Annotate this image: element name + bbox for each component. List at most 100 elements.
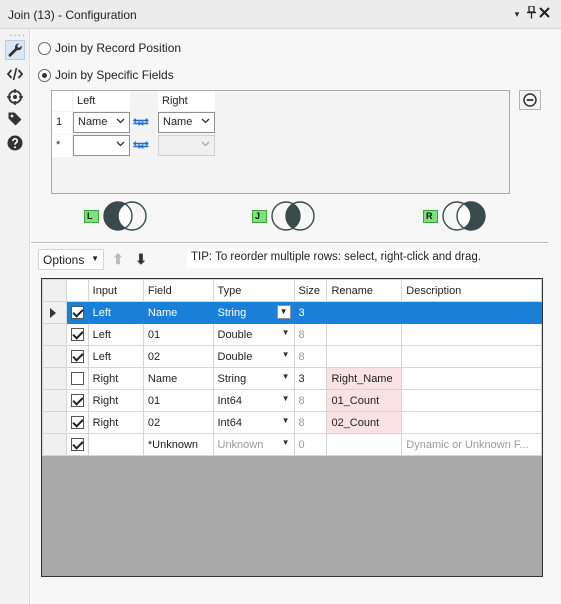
size-cell[interactable]: 0 [293, 433, 328, 456]
wrench-icon[interactable] [5, 40, 25, 60]
tag-icon[interactable] [5, 109, 25, 129]
description-cell[interactable] [401, 411, 542, 434]
include-checkbox[interactable] [70, 416, 84, 429]
join-arrows-icon: ⇆⇄ [133, 140, 149, 151]
type-cell[interactable]: Double ▼ [212, 323, 295, 346]
column-header-size[interactable]: Size [293, 279, 328, 302]
include-checkbox-cell[interactable] [65, 411, 89, 434]
type-cell[interactable]: Int64 ▼ [212, 389, 295, 412]
column-header-description[interactable]: Description [401, 279, 542, 302]
type-dropdown-icon[interactable]: ▼ [282, 328, 290, 337]
rename-cell[interactable] [326, 323, 403, 346]
radio-button-off[interactable] [38, 41, 51, 55]
right-field-select[interactable]: Name [158, 112, 215, 133]
description-cell[interactable] [401, 367, 542, 390]
include-checkbox-cell[interactable] [65, 345, 89, 368]
column-header-rename[interactable]: Rename [326, 279, 403, 302]
rename-cell[interactable] [326, 433, 403, 456]
radio-label: Join by Record Position [55, 41, 182, 55]
description-cell[interactable] [401, 323, 542, 346]
table-row[interactable]: Right Name String ▼ 3 Right_Name [42, 367, 542, 390]
include-checkbox[interactable] [70, 306, 84, 319]
rename-cell[interactable]: 01_Count [326, 389, 403, 412]
move-up-arrow-icon[interactable]: ⬆ [108, 249, 128, 270]
include-checkbox[interactable] [70, 328, 84, 341]
column-header-type[interactable]: Type [212, 279, 295, 302]
type-cell[interactable]: Int64 ▼ [212, 411, 295, 434]
window-menu-dropdown-icon[interactable]: ▾ [510, 6, 524, 22]
rename-cell[interactable]: Right_Name [326, 367, 403, 390]
rename-cell[interactable]: 02_Count [326, 411, 403, 434]
pin-icon[interactable] [524, 5, 538, 22]
radio-button-on[interactable] [38, 68, 51, 82]
column-header-field[interactable]: Field [142, 279, 214, 302]
input-cell: Right [87, 411, 144, 434]
row-header[interactable] [42, 433, 67, 456]
table-row[interactable]: Left 01 Double ▼ 8 [42, 323, 542, 346]
type-dropdown-icon[interactable]: ▼ [282, 416, 290, 425]
table-row[interactable]: Left 02 Double ▼ 8 [42, 345, 542, 368]
code-icon[interactable] [5, 64, 25, 84]
type-cell[interactable]: String ▼ [212, 301, 295, 324]
table-row[interactable]: Left Name String ▼ 3 [42, 301, 542, 324]
include-checkbox-cell[interactable] [65, 301, 89, 324]
help-icon[interactable] [5, 133, 25, 153]
table-row[interactable]: Right 02 Int64 ▼ 8 02_Count [42, 411, 542, 434]
options-menu-button[interactable]: Options ▼ [38, 249, 104, 270]
column-header-input[interactable]: Input [87, 279, 144, 302]
field-cell: 02 [142, 345, 214, 368]
new-left-field-select[interactable] [73, 135, 130, 156]
join-by-specific-fields-radio[interactable]: Join by Specific Fields [38, 67, 174, 83]
row-header[interactable] [42, 411, 67, 434]
description-cell[interactable] [401, 301, 542, 324]
size-cell[interactable]: 3 [293, 301, 328, 324]
description-cell[interactable] [401, 345, 542, 368]
include-checkbox[interactable] [70, 438, 84, 451]
include-checkbox-cell[interactable] [65, 323, 89, 346]
rename-cell[interactable] [326, 301, 403, 324]
left-field-select[interactable]: Name [73, 112, 130, 133]
include-checkbox[interactable] [70, 394, 84, 407]
type-cell[interactable]: String ▼ [212, 367, 295, 390]
description-cell[interactable] [401, 389, 542, 412]
move-down-arrow-icon[interactable]: ⬇ [131, 249, 151, 270]
type-dropdown-icon[interactable]: ▼ [282, 438, 290, 447]
size-cell[interactable]: 3 [293, 367, 328, 390]
rename-cell[interactable] [326, 345, 403, 368]
table-row[interactable]: Right 01 Int64 ▼ 8 01_Count [42, 389, 542, 412]
description-cell[interactable]: Dynamic or Unknown F... [401, 433, 542, 456]
row-header[interactable] [42, 345, 67, 368]
include-checkbox-cell[interactable] [65, 433, 89, 456]
size-cell[interactable]: 8 [293, 323, 328, 346]
row-header[interactable] [42, 323, 67, 346]
type-dropdown-icon[interactable]: ▼ [282, 394, 290, 403]
type-cell[interactable]: Unknown ▼ [212, 433, 295, 456]
new-right-field-select [158, 135, 215, 156]
type-cell[interactable]: Double ▼ [212, 345, 295, 368]
reorder-tip: TIP: To reorder multiple rows: select, r… [187, 249, 481, 268]
size-cell[interactable]: 8 [293, 345, 328, 368]
fields-table: Input Field Type Size Rename Description… [42, 279, 542, 456]
close-icon[interactable] [537, 6, 551, 22]
header-row: Input Field Type Size Rename Description [42, 279, 542, 302]
row-header[interactable] [42, 301, 67, 324]
chevron-down-icon [201, 116, 210, 127]
size-cell[interactable]: 8 [293, 389, 328, 412]
type-dropdown-icon[interactable]: ▼ [282, 350, 290, 359]
include-checkbox-cell[interactable] [65, 389, 89, 412]
row-header[interactable] [42, 367, 67, 390]
include-checkbox[interactable] [70, 372, 84, 385]
size-cell[interactable]: 8 [293, 411, 328, 434]
type-dropdown-icon[interactable]: ▼ [276, 305, 291, 319]
caret-down-icon: ▼ [91, 254, 99, 263]
include-checkbox[interactable] [70, 350, 84, 363]
field-cell: Name [142, 301, 214, 324]
table-row[interactable]: *Unknown Unknown ▼ 0 Dynamic or Unknown F… [42, 433, 542, 456]
remove-row-button[interactable] [519, 90, 541, 110]
join-by-record-position-radio[interactable]: Join by Record Position [38, 40, 181, 56]
row-header[interactable] [42, 389, 67, 412]
title-bar: Join (13) - Configuration ▾ [0, 0, 561, 29]
type-dropdown-icon[interactable]: ▼ [282, 372, 290, 381]
crosshair-icon[interactable] [5, 87, 25, 107]
include-checkbox-cell[interactable] [65, 367, 89, 390]
